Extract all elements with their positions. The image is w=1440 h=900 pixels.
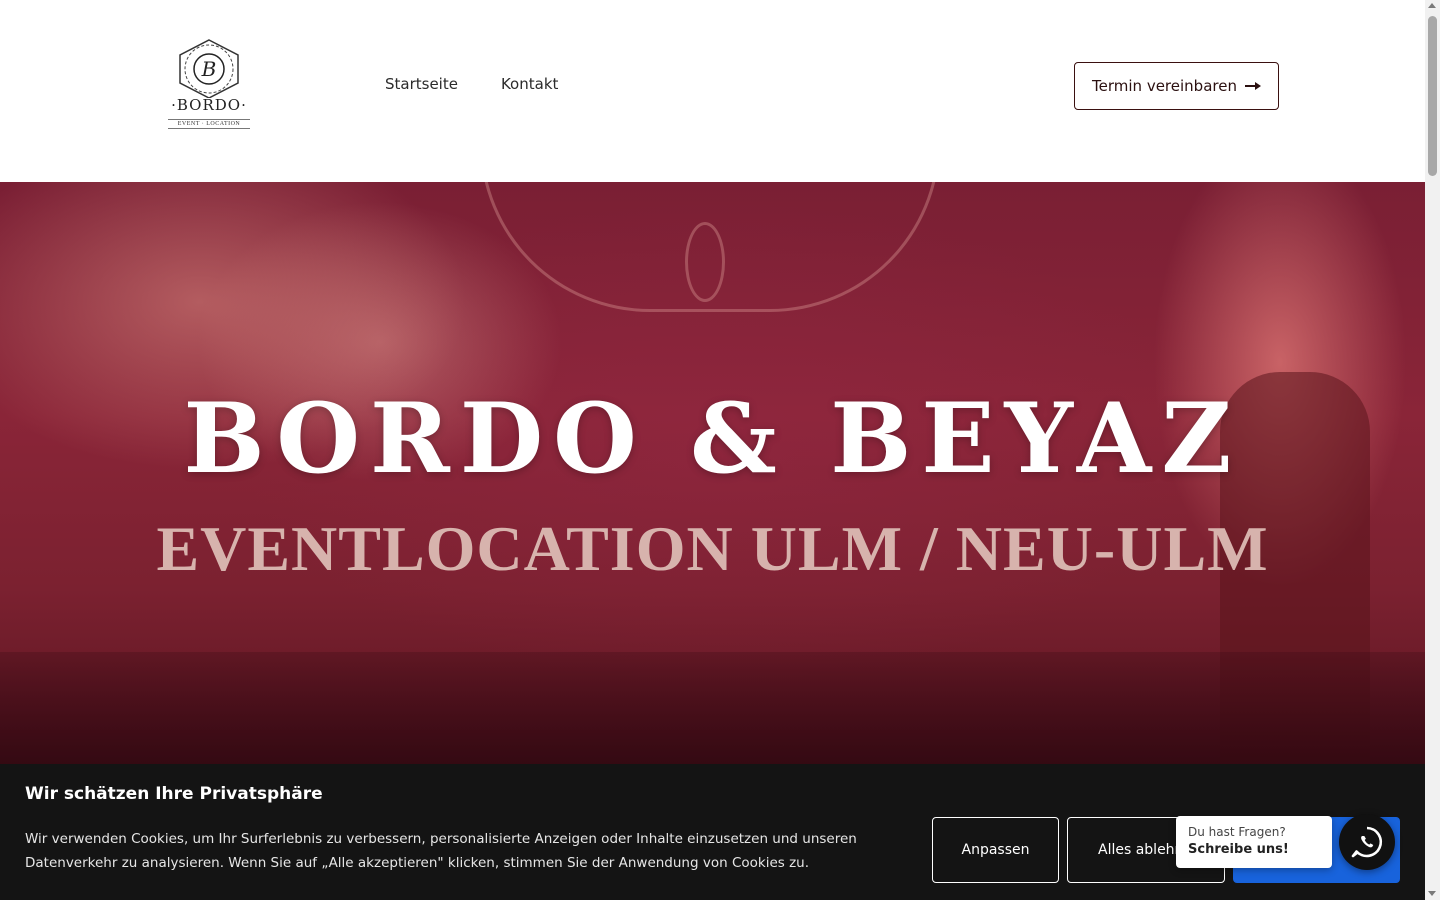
brand-logo[interactable]: B ·BORDO· EVENT · LOCATION [168,36,250,136]
hero-ornament-detail [685,222,725,302]
page-scrollbar[interactable] [1425,0,1440,900]
cookie-description: Wir verwenden Cookies, um Ihr Surferlebn… [25,831,857,871]
scroll-down-arrow-icon[interactable] [1428,891,1436,896]
site-header: B ·BORDO· EVENT · LOCATION Startseite Ko… [0,0,1425,182]
whatsapp-icon [1351,826,1383,858]
logo-monogram: B [201,57,217,81]
logo-tagline: EVENT · LOCATION [168,119,250,129]
cookie-title: Wir schätzen Ihre Privatsphäre [25,784,323,804]
hero-subtitle: EVENTLOCATION ULM / NEU-ULM [156,513,1269,584]
whatsapp-button[interactable] [1339,814,1395,870]
hero-section: BORDO & BEYAZ EVENTLOCATION ULM / NEU-UL… [0,182,1425,764]
logo-emblem-icon: B [179,39,239,99]
hero-title: BORDO & BEYAZ [183,382,1242,495]
whatsapp-question: Du hast Fragen? [1188,825,1286,839]
scrollbar-thumb[interactable] [1428,16,1437,176]
nav-link-startseite[interactable]: Startseite [385,75,458,93]
logo-wordmark: ·BORDO· [171,96,247,114]
main-nav: Startseite Kontakt [385,75,558,93]
book-appointment-label: Termin vereinbaren [1092,77,1237,95]
whatsapp-cta: Schreibe uns! [1188,842,1289,857]
hero-table-decor [0,652,1425,764]
scroll-up-arrow-icon[interactable] [1428,3,1436,8]
arrow-right-icon [1244,82,1261,90]
whatsapp-chat-bubble[interactable]: Du hast Fragen? Schreibe uns! [1176,816,1332,868]
cookie-customize-button[interactable]: Anpassen [932,817,1059,883]
nav-link-kontakt[interactable]: Kontakt [501,75,558,93]
book-appointment-button[interactable]: Termin vereinbaren [1074,62,1279,110]
